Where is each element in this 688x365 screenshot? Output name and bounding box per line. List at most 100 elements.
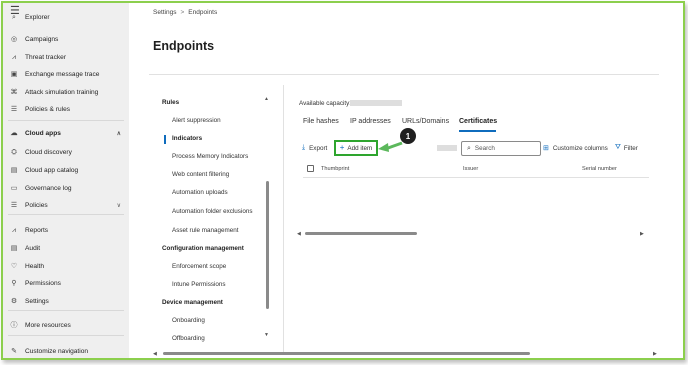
available-capacity-label: Available capacity:: [299, 100, 352, 107]
nav-item-explorer[interactable]: ⌕ Explorer: [3, 13, 129, 22]
scroll-left-arrow-icon[interactable]: ◀: [297, 231, 301, 237]
active-item-marker: [164, 135, 166, 144]
governance-log-icon: ▭: [10, 184, 18, 192]
nav-item-reports[interactable]: ⩘ Reports: [3, 222, 129, 239]
nav-item-policies-rules[interactable]: ☰ Policies & rules: [3, 101, 129, 118]
customize-columns-button[interactable]: ⊞ Customize columns: [543, 144, 608, 153]
nav-item-label: Settings: [25, 298, 49, 305]
page-horizontal-scrollbar[interactable]: [163, 352, 530, 355]
nav-item-label: Policies & rules: [25, 106, 71, 113]
page-title: Endpoints: [153, 39, 215, 53]
nav-item-policies[interactable]: ☰ Policies ∨: [3, 197, 129, 214]
reports-icon: ⩘: [12, 226, 16, 234]
tab-certificates[interactable]: Certificates: [459, 118, 497, 125]
nav-item-cloud-apps[interactable]: ☁ Cloud apps ∧: [3, 125, 129, 142]
tab-urls-domains[interactable]: URLs/Domains: [402, 118, 449, 125]
left-navigation: ☰ ⌕ Explorer ◎ Campaigns ⩘ Threat tracker ▣ E…: [3, 3, 129, 358]
column-thumbprint[interactable]: Thumbprint: [321, 166, 349, 172]
cloud-app-catalog-icon: ▤: [10, 166, 18, 174]
nav-divider: [8, 310, 124, 311]
redacted-placeholder: [437, 145, 457, 151]
page-scroll-right-arrow-icon[interactable]: ▶: [653, 351, 657, 357]
nav-item-cloud-app-catalog[interactable]: ▤ Cloud app catalog: [3, 162, 129, 179]
table-header: Thumbprint Issuer Serial number: [303, 161, 649, 178]
message-trace-icon: ▣: [10, 70, 18, 78]
filter-button[interactable]: ⛛ Filter: [615, 144, 638, 152]
settings-item-web-content-filtering[interactable]: Web content filtering: [172, 171, 229, 178]
filter-label: Filter: [623, 144, 638, 152]
settings-item-automation-uploads[interactable]: Automation uploads: [172, 189, 228, 196]
nav-item-label: Reports: [25, 227, 49, 234]
main-content: Settings > Endpoints Endpoints Rules Alert …: [129, 3, 683, 358]
settings-item-enforcement-scope[interactable]: Enforcement scope: [172, 263, 226, 270]
settings-item-automation-folder-exclusions[interactable]: Automation folder exclusions: [172, 208, 253, 215]
nav-item-threat-tracker[interactable]: ⩘ Threat tracker: [3, 49, 129, 66]
attack-simulation-icon: ⌘: [10, 88, 18, 96]
page-scroll-left-arrow-icon[interactable]: ◀: [153, 351, 157, 357]
selected-tab-indicator: [459, 130, 496, 132]
audit-icon: ▤: [10, 244, 18, 252]
customize-columns-label: Customize columns: [552, 144, 608, 152]
nav-item-label: Governance log: [25, 185, 72, 192]
column-serial-number[interactable]: Serial number: [582, 166, 617, 172]
settings-item-intune-permissions[interactable]: Intune Permissions: [172, 281, 226, 288]
nav-item-campaigns[interactable]: ◎ Campaigns: [3, 31, 129, 48]
table-horizontal-scrollbar[interactable]: [305, 232, 417, 235]
settings-list-scrollbar[interactable]: [266, 181, 269, 309]
nav-item-health[interactable]: ♡ Health: [3, 258, 129, 275]
nav-item-label: Campaigns: [25, 36, 59, 43]
column-issuer[interactable]: Issuer: [463, 166, 478, 172]
add-item-button[interactable]: + Add item: [334, 140, 378, 156]
cloud-discovery-icon: ⛭: [11, 148, 17, 156]
explorer-icon: ⌕: [12, 13, 16, 21]
nav-item-attack-simulation-training[interactable]: ⌘ Attack simulation training: [3, 84, 129, 101]
customize-navigation-icon: ✎: [11, 347, 17, 355]
cloud-apps-icon: ☁: [10, 129, 18, 137]
settings-item-asset-rule-management[interactable]: Asset rule management: [172, 227, 239, 234]
settings-item-onboarding[interactable]: Onboarding: [172, 317, 205, 324]
tab-ip-addresses[interactable]: IP addresses: [350, 118, 391, 125]
tab-file-hashes[interactable]: File hashes: [303, 118, 339, 125]
settings-section-heading: Device management: [162, 299, 223, 306]
nav-item-audit[interactable]: ▤ Audit: [3, 240, 129, 257]
nav-item-label: Permissions: [25, 280, 61, 287]
select-all-checkbox[interactable]: [307, 165, 314, 172]
nav-item-label: Exchange message trace: [25, 71, 100, 78]
nav-item-label: Audit: [25, 245, 41, 252]
health-icon: ♡: [10, 262, 18, 270]
nav-item-label: More resources: [25, 322, 71, 329]
plus-icon: +: [339, 143, 345, 152]
settings-item-process-memory-indicators[interactable]: Process Memory Indicators: [172, 153, 248, 160]
more-resources-icon: ⓘ: [10, 321, 18, 329]
scroll-up-arrow-icon[interactable]: ▲: [264, 96, 269, 102]
settings-icon: ⚙: [10, 297, 18, 305]
policies-icon: ☰: [10, 201, 18, 209]
nav-item-cloud-discovery[interactable]: ⛭ Cloud discovery: [3, 144, 129, 161]
settings-item-alert-suppression[interactable]: Alert suppression: [172, 117, 221, 124]
columns-icon: ⊞: [543, 145, 549, 152]
breadcrumb-settings-link[interactable]: Settings: [153, 9, 177, 16]
scroll-down-arrow-icon[interactable]: ▼: [264, 332, 269, 338]
search-icon: ⌕: [467, 144, 471, 152]
settings-item-offboarding[interactable]: Offboarding: [172, 335, 205, 342]
nav-item-more-resources[interactable]: ⓘ More resources: [3, 317, 129, 334]
scroll-right-arrow-icon[interactable]: ▶: [640, 231, 644, 237]
nav-item-exchange-message-trace[interactable]: ▣ Exchange message trace: [3, 66, 129, 83]
chevron-up-icon[interactable]: ∧: [117, 130, 121, 137]
chevron-down-icon[interactable]: ∨: [117, 202, 121, 209]
export-button[interactable]: ⤓ Export: [302, 144, 327, 152]
nav-item-label: Cloud apps: [25, 130, 61, 137]
nav-item-settings[interactable]: ⚙ Settings: [3, 293, 129, 310]
nav-item-label: Attack simulation training: [25, 89, 99, 96]
nav-item-permissions[interactable]: ⚲ Permissions: [3, 275, 129, 292]
settings-item-indicators[interactable]: Indicators: [172, 135, 202, 142]
search-input[interactable]: ⌕ Search: [461, 141, 541, 156]
app-window: ☰ ⌕ Explorer ◎ Campaigns ⩘ Threat tracker ▣ E…: [1, 1, 685, 360]
nav-item-governance-log[interactable]: ▭ Governance log: [3, 180, 129, 197]
nav-item-customize-navigation[interactable]: ✎ Customize navigation: [3, 343, 129, 358]
nav-divider: [8, 120, 124, 121]
breadcrumb: Settings > Endpoints: [153, 9, 217, 16]
permissions-icon: ⚲: [11, 279, 17, 287]
settings-list-panel: Rules Alert suppression Indicators Process …: [159, 85, 275, 343]
add-item-label: Add item: [347, 144, 373, 152]
